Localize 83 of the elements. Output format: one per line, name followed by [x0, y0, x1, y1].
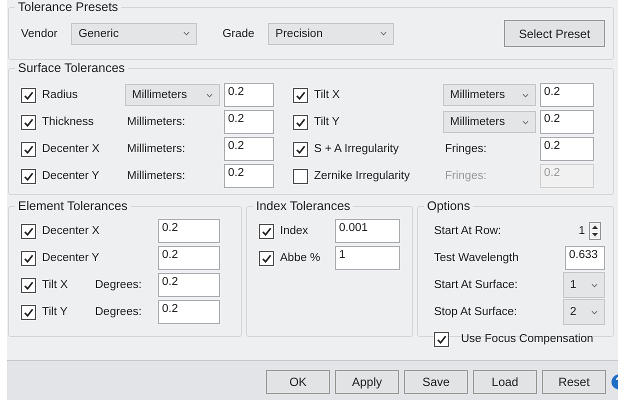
checkbox[interactable]: [293, 114, 308, 130]
checkbox-label: Index: [280, 225, 308, 237]
option-label: Start At Surface:: [434, 279, 518, 291]
value-field[interactable]: 0.2: [224, 110, 274, 134]
checkbox[interactable]: [21, 114, 36, 130]
checkbox-label: Decenter Y: [42, 170, 100, 182]
grade-dropdown[interactable]: Precision: [268, 22, 394, 44]
vendor-dropdown[interactable]: Generic: [71, 22, 198, 44]
checkbox-label: Decenter X: [42, 143, 100, 155]
value-field[interactable]: 0.2: [158, 273, 220, 297]
checkbox-label: Zernike Irregularity: [314, 170, 410, 182]
grade-label: Grade: [222, 28, 254, 40]
checkbox-label: Abbe %: [280, 252, 320, 264]
unit-dropdown[interactable]: Millimeters: [443, 84, 536, 106]
unit-label: Millimeters:: [126, 143, 186, 155]
caret-icon: [591, 282, 598, 288]
checkbox[interactable]: [21, 304, 36, 320]
spin-arrows-icon: [589, 222, 601, 240]
unit-label: Millimeters:: [126, 170, 186, 182]
checkbox[interactable]: [259, 224, 274, 238]
unit-dropdown[interactable]: Millimeters: [443, 111, 536, 133]
surface-dropdown[interactable]: 2: [563, 299, 605, 325]
checkbox-label: Thickness: [42, 116, 94, 128]
spinner-field[interactable]: 1: [576, 222, 601, 240]
checkbox[interactable]: [293, 88, 308, 102]
checkbox[interactable]: [21, 250, 36, 266]
value-field[interactable]: 0.2: [540, 83, 594, 107]
value-field[interactable]: 0.633: [565, 246, 605, 270]
group-title: Tolerance Presets: [17, 0, 120, 14]
dialog-button[interactable]: Load: [473, 370, 537, 394]
unit-label: Millimeters:: [126, 116, 186, 128]
value-field[interactable]: 1: [335, 246, 400, 270]
value-field[interactable]: 0.2: [158, 219, 220, 243]
checkbox-label: Decenter Y: [42, 252, 100, 264]
checkbox[interactable]: [21, 168, 36, 184]
checkbox[interactable]: [21, 224, 36, 238]
value-field[interactable]: 0.2: [224, 164, 274, 188]
checkbox-label: Tilt Y: [42, 306, 68, 318]
value-field[interactable]: 0.2: [158, 246, 220, 270]
caret-icon: [206, 92, 213, 98]
value-field[interactable]: 0.2: [224, 83, 274, 107]
checkbox[interactable]: [259, 250, 274, 266]
group-title: Index Tolerances: [255, 199, 352, 213]
checkbox-label: S + A Irregularity: [314, 143, 399, 155]
checkbox[interactable]: [21, 278, 36, 292]
checkbox-label: Tilt X: [314, 89, 340, 101]
value-field[interactable]: 0.2: [224, 137, 274, 161]
checkbox-label: Radius: [42, 89, 78, 101]
dialog-button[interactable]: Save: [404, 370, 468, 394]
unit-label: Degrees:: [95, 306, 142, 318]
group-title: Surface Tolerances: [17, 61, 126, 75]
dialog-button[interactable]: Apply: [335, 370, 399, 394]
checkbox[interactable]: [21, 142, 36, 156]
value-field[interactable]: 0.001: [335, 219, 400, 243]
caret-icon: [522, 120, 529, 124]
caret-icon: [522, 92, 529, 98]
caret-icon: [380, 31, 388, 36]
group-title: Options: [426, 199, 472, 213]
group-title: Element Tolerances: [17, 199, 129, 213]
unit-dropdown[interactable]: Millimeters: [125, 84, 220, 106]
unit-label: Fringes:: [444, 170, 488, 182]
caret-icon: [591, 310, 598, 314]
value-field[interactable]: 0.2: [540, 137, 594, 161]
checkbox[interactable]: [434, 332, 449, 346]
checkbox-label: Tilt X: [42, 279, 68, 291]
caret-icon: [183, 31, 190, 36]
option-label: Test Wavelength: [434, 252, 519, 264]
checkbox[interactable]: [21, 88, 36, 102]
vendor-label: Vendor: [21, 28, 58, 40]
surface-dropdown[interactable]: 1: [563, 272, 605, 298]
checkbox-label: Tilt Y: [314, 116, 340, 128]
option-label: Start At Row:: [434, 225, 502, 237]
unit-label: Degrees:: [95, 279, 142, 291]
checkbox-label: Decenter X: [42, 225, 100, 237]
value-field[interactable]: 0.2: [158, 300, 220, 324]
dialog-button[interactable]: OK: [266, 370, 330, 394]
checkbox[interactable]: [293, 142, 308, 156]
option-label: Stop At Surface:: [434, 306, 518, 318]
checkbox-label: Use Focus Compensation: [461, 333, 594, 345]
value-field[interactable]: 0.2: [540, 110, 594, 134]
unit-label: Fringes:: [444, 143, 488, 155]
select-preset-button[interactable]: Select Preset: [504, 20, 605, 47]
dialog-button[interactable]: Reset: [542, 370, 606, 394]
